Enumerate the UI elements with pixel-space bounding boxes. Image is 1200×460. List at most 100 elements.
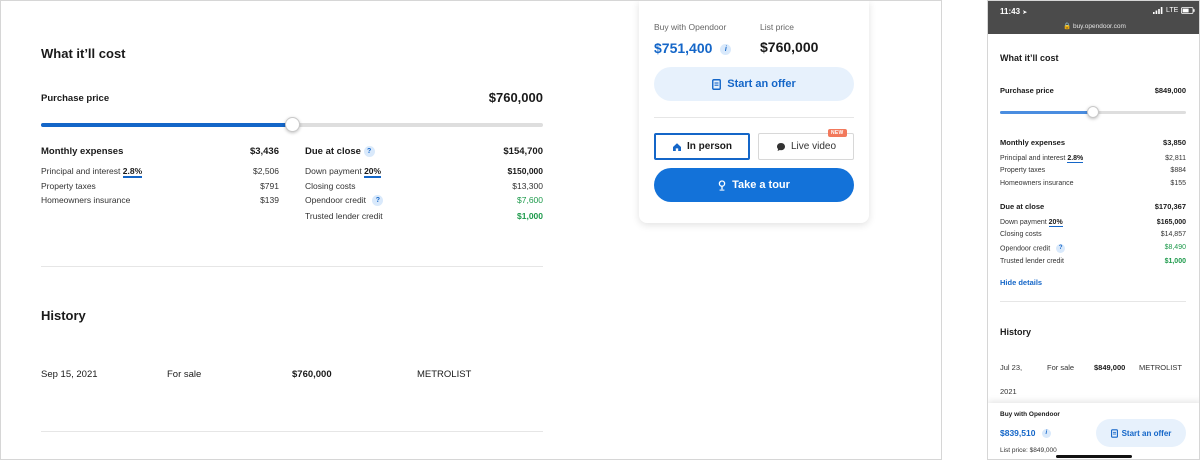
purchase-price-label: Purchase price [41,93,110,104]
phone-start-offer-button[interactable]: Start an offer [1096,419,1186,447]
phone-insurance-label: Homeowners insurance [1000,180,1074,187]
phone-monthly-total: $3,850 [1163,138,1186,147]
info-icon[interactable]: i [1041,429,1051,439]
down-payment-label: Down payment [305,166,362,176]
url-bar[interactable]: 🔒 buy.opendoor.com [988,22,1199,30]
hide-details-link[interactable]: Hide details [1000,278,1042,287]
signal-icon [1153,7,1163,14]
phone-monthly-label: Monthly expenses [1000,138,1066,147]
history-event: For sale [167,369,202,380]
trusted-lender-credit-label: Trusted lender credit [305,211,383,221]
phone-due-total: $170,367 [1154,202,1186,211]
url-text: buy.opendoor.com [1072,23,1126,30]
take-tour-button[interactable]: Take a tour [654,168,854,202]
info-icon[interactable]: i [720,43,732,55]
in-person-button[interactable]: In person [654,133,750,160]
phone-status-bar: 11:43 ➤ LTE 🔒 buy.opendoor.com [988,1,1199,34]
location-arrow-icon: ➤ [1022,10,1028,16]
down-payment-row: Down payment 20% [305,166,382,178]
opendoor-credit-value: $7,600 [517,195,543,205]
slider-fill [1000,111,1093,114]
purchase-price-slider[interactable] [41,117,543,132]
phone-principal-value: $2,811 [1165,155,1186,162]
location-pin-icon [718,179,726,191]
down-payment-pct-link[interactable]: 20% [364,166,382,178]
phone-sticky-footer: Buy with Opendoor $839,510 i List price:… [988,403,1199,459]
status-indicators: LTE [1153,7,1195,14]
opendoor-price: $751,400 [654,40,713,56]
phone-insurance-value: $155 [1170,180,1186,187]
phone-down-payment-label: Down payment [1000,219,1047,226]
phone-lender-credit-label: Trusted lender credit [1000,258,1064,265]
start-offer-label: Start an offer [727,78,796,90]
phone-history-date-line1: Jul 23, [1000,363,1023,372]
phone-opendoor-credit-row: Opendoor credit ? [1000,244,1066,253]
purchase-price-value: $760,000 [488,90,543,105]
homeowners-insurance-value: $139 [260,195,279,205]
principal-interest-label: Principal and interest [41,166,121,176]
section-divider [1000,301,1186,302]
phone-property-taxes-value: $884 [1170,167,1186,174]
phone-principal-label: Principal and interest [1000,155,1066,162]
phone-buy-label: Buy with Opendoor [1000,411,1060,418]
phone-history-price: $849,000 [1094,363,1126,372]
offer-card: Buy with Opendoor $751,400 i List price … [639,1,869,223]
slider-thumb[interactable] [285,117,300,132]
history-date: Sep 15, 2021 [41,369,98,380]
monthly-expenses-label: Monthly expenses [41,146,124,157]
phone-due-label: Due at close [1000,202,1045,211]
phone-principal-row: Principal and interest 2.8% [1000,155,1084,163]
in-person-label: In person [686,141,732,152]
slider-fill [41,123,292,127]
opendoor-price-row: $751,400 i [654,40,732,56]
phone-property-taxes-label: Property taxes [1000,167,1046,174]
phone-cost-title: What it’ll cost [1000,53,1059,63]
phone-lender-credit-value: $1,000 [1164,258,1186,265]
cost-section-title: What it’ll cost [41,46,126,61]
list-price-label: List price [760,22,795,32]
slider-thumb[interactable] [1087,106,1099,118]
phone-history-title: History [1000,327,1032,337]
phone-purchase-price-label: Purchase price [1000,86,1054,95]
list-price-value: $760,000 [760,39,819,55]
phone-down-payment-value: $165,000 [1156,219,1186,226]
help-icon[interactable]: ? [363,146,375,157]
phone-purchase-slider[interactable] [1000,106,1186,118]
phone-closing-costs-label: Closing costs [1000,231,1042,238]
closing-costs-label: Closing costs [305,181,356,191]
card-divider [654,117,854,118]
principal-interest-row: Principal and interest 2.8% [41,166,143,178]
home-indicator [1056,455,1132,458]
new-badge: NEW [828,129,847,137]
take-tour-label: Take a tour [732,179,790,191]
phone-down-payment-row: Down payment 20% [1000,219,1063,227]
down-payment-value: $150,000 [507,166,543,176]
due-at-close-total: $154,700 [503,146,543,157]
monthly-expenses-total: $3,436 [249,146,279,157]
homeowners-insurance-label: Homeowners insurance [41,195,131,205]
lock-icon: 🔒 [1063,23,1072,30]
phone-history-date-line2: 2021 [1000,387,1017,396]
phone-history-event: For sale [1047,363,1075,372]
live-video-label: Live video [790,141,837,152]
phone-opendoor-credit-label: Opendoor credit [1000,245,1051,253]
phone-list-price: List price: $849,000 [1000,447,1057,454]
phone-down-payment-pct-link[interactable]: 20% [1048,219,1063,227]
due-at-close-row: Due at close ? [305,146,375,157]
chat-bubble-icon [776,142,785,151]
status-time-row: 11:43 ➤ [1000,7,1027,16]
help-icon[interactable]: ? [1056,244,1066,253]
property-taxes-value: $791 [260,181,279,191]
live-video-button[interactable]: Live video [758,133,854,160]
history-source: METROLIST [417,369,472,380]
interest-rate-link[interactable]: 2.8% [122,166,143,178]
property-taxes-label: Property taxes [41,181,96,191]
signal-type: LTE [1166,7,1179,14]
help-icon[interactable]: ? [372,195,384,207]
opendoor-credit-label: Opendoor credit [305,195,366,205]
phone-interest-rate-link[interactable]: 2.8% [1067,155,1084,163]
mobile-view: 11:43 ➤ LTE 🔒 buy.opendoor.com What it’l… [987,0,1200,460]
home-icon [672,142,681,151]
opendoor-credit-row: Opendoor credit ? [305,195,384,207]
start-offer-button[interactable]: Start an offer [654,67,854,101]
